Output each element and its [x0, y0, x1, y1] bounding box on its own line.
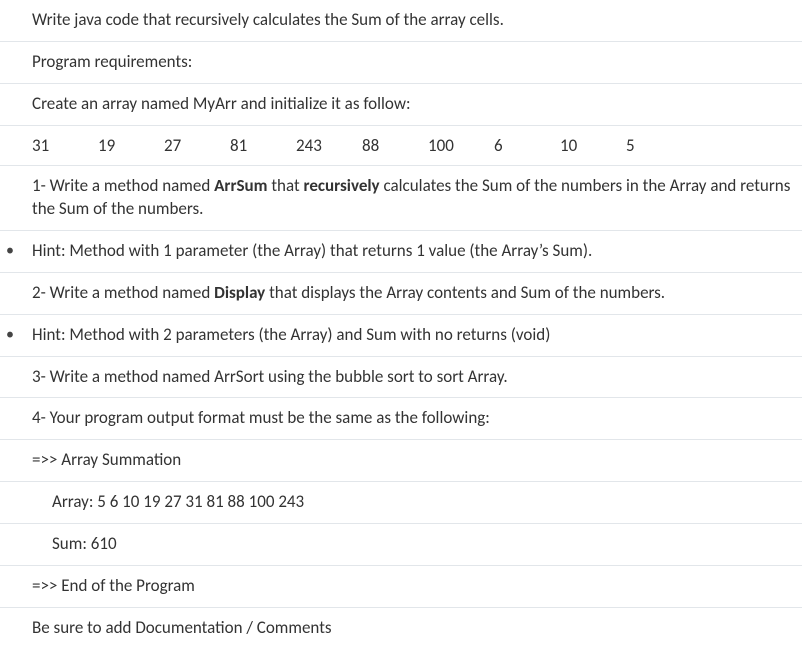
output-line-array: Array: 5 6 10 19 27 31 81 88 100 243 [0, 481, 802, 523]
create-array-line: Create an array named MyArr and initiali… [0, 83, 802, 125]
documentation-line: Be sure to add Documentation / Comments [0, 607, 802, 649]
text: 1- Write a method named [32, 175, 214, 196]
text: Hint: Method with 2 parameters (the Arra… [32, 324, 550, 345]
bold-display: Display [214, 282, 265, 303]
text: 2- Write a method named [32, 282, 214, 303]
hint-2: • Hint: Method with 2 parameters (the Ar… [0, 314, 802, 356]
array-cell: 81 [230, 135, 296, 156]
document-page: Write java code that recursively calcula… [0, 0, 802, 659]
output-line-sum: Sum: 610 [0, 523, 802, 565]
text: 3- Write a method named ArrSort using th… [32, 366, 508, 387]
array-cell: 19 [98, 135, 164, 156]
text: that displays the Array contents and Sum… [265, 282, 665, 303]
question-2: 2- Write a method named Display that dis… [0, 272, 802, 314]
bold-recursively: recursively [304, 175, 380, 196]
output-line-1: =>> Array Summation [0, 439, 802, 481]
text: Program requirements: [32, 51, 192, 72]
array-cell: 88 [362, 135, 428, 156]
text: Hint: Method with 1 parameter (the Array… [32, 240, 592, 261]
text: Create an array named MyArr and initiali… [32, 93, 411, 114]
text: that [268, 175, 304, 196]
array-cell: 27 [164, 135, 230, 156]
requirements-heading: Program requirements: [0, 41, 802, 83]
intro-line: Write java code that recursively calcula… [0, 0, 802, 41]
array-values-row: 31 19 27 81 243 88 100 6 10 5 [0, 125, 802, 165]
text: Array: 5 6 10 19 27 31 81 88 100 243 [52, 491, 304, 512]
question-1: 1- Write a method named ArrSum that recu… [0, 165, 802, 230]
bullet-icon: • [6, 240, 14, 262]
question-3: 3- Write a method named ArrSort using th… [0, 356, 802, 398]
output-line-end: =>> End of the Program [0, 565, 802, 607]
array-cell: 243 [296, 135, 362, 156]
array-cell: 100 [428, 135, 494, 156]
text: 4- Your program output format must be th… [32, 407, 490, 428]
array-cell: 10 [560, 135, 626, 156]
array-cell: 31 [32, 135, 98, 156]
array-cell: 5 [626, 135, 692, 156]
text: =>> Array Summation [32, 449, 181, 470]
bullet-icon: • [6, 324, 14, 346]
text: Write java code that recursively calcula… [32, 9, 504, 30]
text: =>> End of the Program [32, 575, 195, 596]
text: Sum: 610 [52, 533, 117, 554]
bold-arrsum: ArrSum [214, 175, 267, 196]
hint-1: • Hint: Method with 1 parameter (the Arr… [0, 230, 802, 272]
array-cell: 6 [494, 135, 560, 156]
question-4: 4- Your program output format must be th… [0, 397, 802, 439]
